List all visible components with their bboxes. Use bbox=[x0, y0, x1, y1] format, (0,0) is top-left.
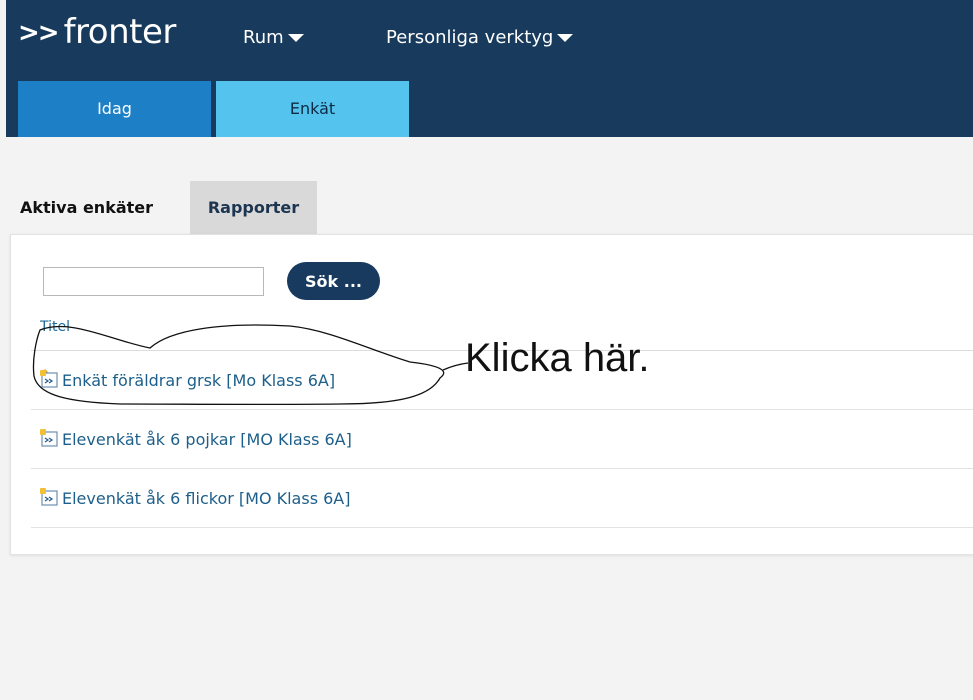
logo-text: fronter bbox=[63, 12, 177, 52]
menu-personliga-verktyg-label: Personliga verktyg bbox=[386, 27, 554, 48]
survey-icon bbox=[40, 429, 58, 447]
survey-icon bbox=[40, 488, 58, 506]
tab-enkat[interactable]: Enkät bbox=[216, 81, 409, 137]
menu-rum-label: Rum bbox=[243, 27, 284, 48]
fronter-logo[interactable]: >> fronter bbox=[18, 12, 176, 52]
survey-title: Elevenkät åk 6 pojkar [MO Klass 6A] bbox=[62, 430, 352, 449]
search-input[interactable] bbox=[43, 267, 264, 296]
survey-title: Enkät föräldrar grsk [Mo Klass 6A] bbox=[62, 371, 336, 390]
survey-title: Elevenkät åk 6 flickor [MO Klass 6A] bbox=[62, 489, 351, 508]
table-row: Elevenkät åk 6 flickor [MO Klass 6A] bbox=[31, 469, 973, 528]
tab-idag[interactable]: Idag bbox=[18, 81, 211, 137]
column-header-titel[interactable]: Titel bbox=[40, 319, 70, 335]
annotation-text: Klicka här. bbox=[465, 336, 650, 380]
survey-icon bbox=[40, 369, 58, 388]
search-button[interactable]: Sök ... bbox=[287, 262, 380, 300]
tab-aktiva-enkater[interactable]: Aktiva enkäter bbox=[10, 181, 196, 234]
survey-link[interactable]: Elevenkät åk 6 pojkar [MO Klass 6A] bbox=[39, 428, 352, 449]
tab-rapporter[interactable]: Rapporter bbox=[190, 181, 317, 234]
surveys-panel: Sök ... Titel Enkät föräldrar grsk [Mo K… bbox=[10, 234, 973, 555]
menu-personliga-verktyg[interactable]: Personliga verktyg bbox=[386, 27, 574, 48]
table-row: Elevenkät åk 6 pojkar [MO Klass 6A] bbox=[31, 410, 973, 469]
caret-down-icon bbox=[557, 34, 574, 42]
survey-link[interactable]: Enkät föräldrar grsk [Mo Klass 6A] bbox=[39, 369, 335, 390]
caret-down-icon bbox=[287, 34, 304, 42]
survey-link[interactable]: Elevenkät åk 6 flickor [MO Klass 6A] bbox=[39, 487, 350, 508]
logo-arrows: >> bbox=[18, 18, 60, 48]
top-navigation-bar: >> fronter Rum Personliga verktyg Idag En… bbox=[6, 0, 973, 137]
menu-rum[interactable]: Rum bbox=[243, 27, 304, 48]
